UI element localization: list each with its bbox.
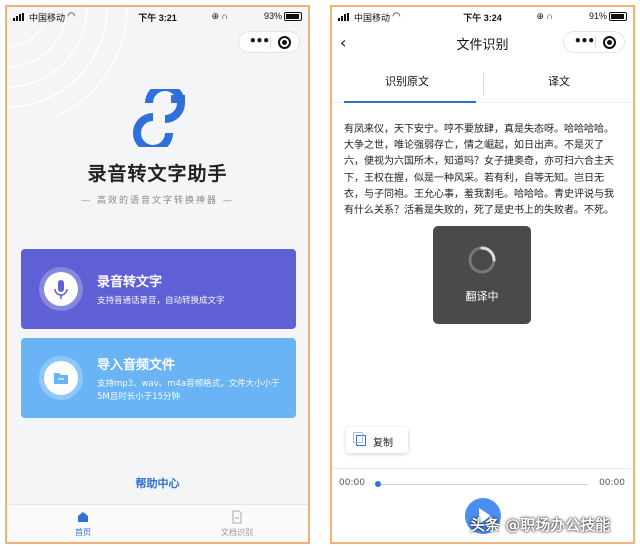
progress-track[interactable] — [377, 484, 588, 485]
record-to-text-card[interactable]: 录音转文字 支持普通话录音，自动转换成文字 — [21, 249, 296, 329]
current-time: 00:00 — [339, 478, 365, 488]
battery-percent: 91% — [588, 11, 607, 21]
clock: 下午 3:24 — [463, 13, 502, 23]
tab-translation[interactable]: 译文 — [484, 73, 633, 89]
more-icon[interactable]: ••• — [574, 34, 595, 48]
loading-toast: 翻译中 — [433, 226, 531, 324]
card-description: 支持普通话录音，自动转换成文字 — [97, 296, 225, 306]
battery-percent: 93% — [263, 11, 282, 21]
watermark: 头条 @职场办公技能 — [470, 516, 611, 534]
tab-home[interactable]: 首页 — [43, 510, 123, 538]
app-title: 录音转文字助手 — [87, 163, 228, 185]
folder-icon — [44, 361, 78, 395]
document-icon — [232, 510, 242, 524]
tab-document-recognition[interactable]: 文档识别 — [197, 510, 277, 538]
file-recognition-screen: 中国移动 ◠ 下午 3:24 ⊕ ∩ 91% ‹ 文件识别 ••• 识别原文 译… — [330, 5, 635, 544]
battery-icon — [609, 12, 627, 21]
screenshot-stage: 中国移动 ◠ 下午 3:21 ⊕ ∩ 93% ••• 录音转文字助手 — 高效的… — [0, 0, 640, 549]
status-bar: 中国移动 ◠ 下午 3:24 ⊕ ∩ 91% — [332, 7, 633, 27]
alarm-headphone-icons: ⊕ ∩ — [211, 11, 228, 21]
battery-icon — [284, 12, 302, 21]
tab-label: 文档识别 — [221, 528, 253, 537]
result-tabs: 识别原文 译文 — [332, 63, 633, 103]
home-icon — [78, 512, 88, 522]
clock: 下午 3:21 — [138, 13, 177, 23]
import-audio-card[interactable]: 导入音频文件 支持mp3、wav、m4a音频格式，文件大小小于5M且时长小于15… — [21, 338, 296, 418]
tab-original-text[interactable]: 识别原文 — [332, 73, 482, 89]
card-title: 导入音频文件 — [97, 358, 176, 373]
alarm-headphone-icons: ⊕ ∩ — [536, 11, 553, 21]
player-divider — [332, 468, 633, 469]
card-description: 支持mp3、wav、m4a音频格式，文件大小小于5M且时长小于15分钟 — [97, 379, 280, 402]
toast-label: 翻译中 — [465, 290, 499, 303]
microphone-icon — [44, 272, 78, 306]
miniprogram-capsule: ••• — [238, 31, 300, 53]
loading-spinner-icon — [468, 246, 496, 274]
tab-label: 首页 — [75, 528, 91, 537]
progress-knob[interactable] — [375, 481, 381, 487]
home-screen: 中国移动 ◠ 下午 3:21 ⊕ ∩ 93% ••• 录音转文字助手 — 高效的… — [5, 5, 310, 544]
more-icon[interactable]: ••• — [249, 34, 270, 48]
active-tab-underline — [344, 101, 476, 103]
copy-button[interactable]: 复制 — [346, 427, 408, 453]
status-bar: 中国移动 ◠ 下午 3:21 ⊕ ∩ 93% — [7, 7, 308, 27]
card-title: 录音转文字 — [97, 275, 163, 290]
miniprogram-capsule: ••• — [563, 31, 625, 53]
app-logo — [133, 89, 185, 147]
copy-icon — [353, 432, 366, 446]
help-center-link[interactable]: 帮助中心 — [7, 475, 308, 491]
recognized-text: 有凤来仪，天下安宁。哼不要放肆，真是失态呀。哈哈哈哈。大争之世，唯论强弱存亡，情… — [344, 124, 614, 217]
close-miniprogram-icon[interactable] — [278, 36, 291, 49]
total-time: 00:00 — [599, 478, 625, 488]
copy-label: 复制 — [373, 438, 393, 449]
app-subtitle: — 高效的语音文字转换神器 — — [81, 196, 234, 206]
tab-bar: 首页 文档识别 — [7, 504, 308, 542]
close-miniprogram-icon[interactable] — [603, 36, 616, 49]
